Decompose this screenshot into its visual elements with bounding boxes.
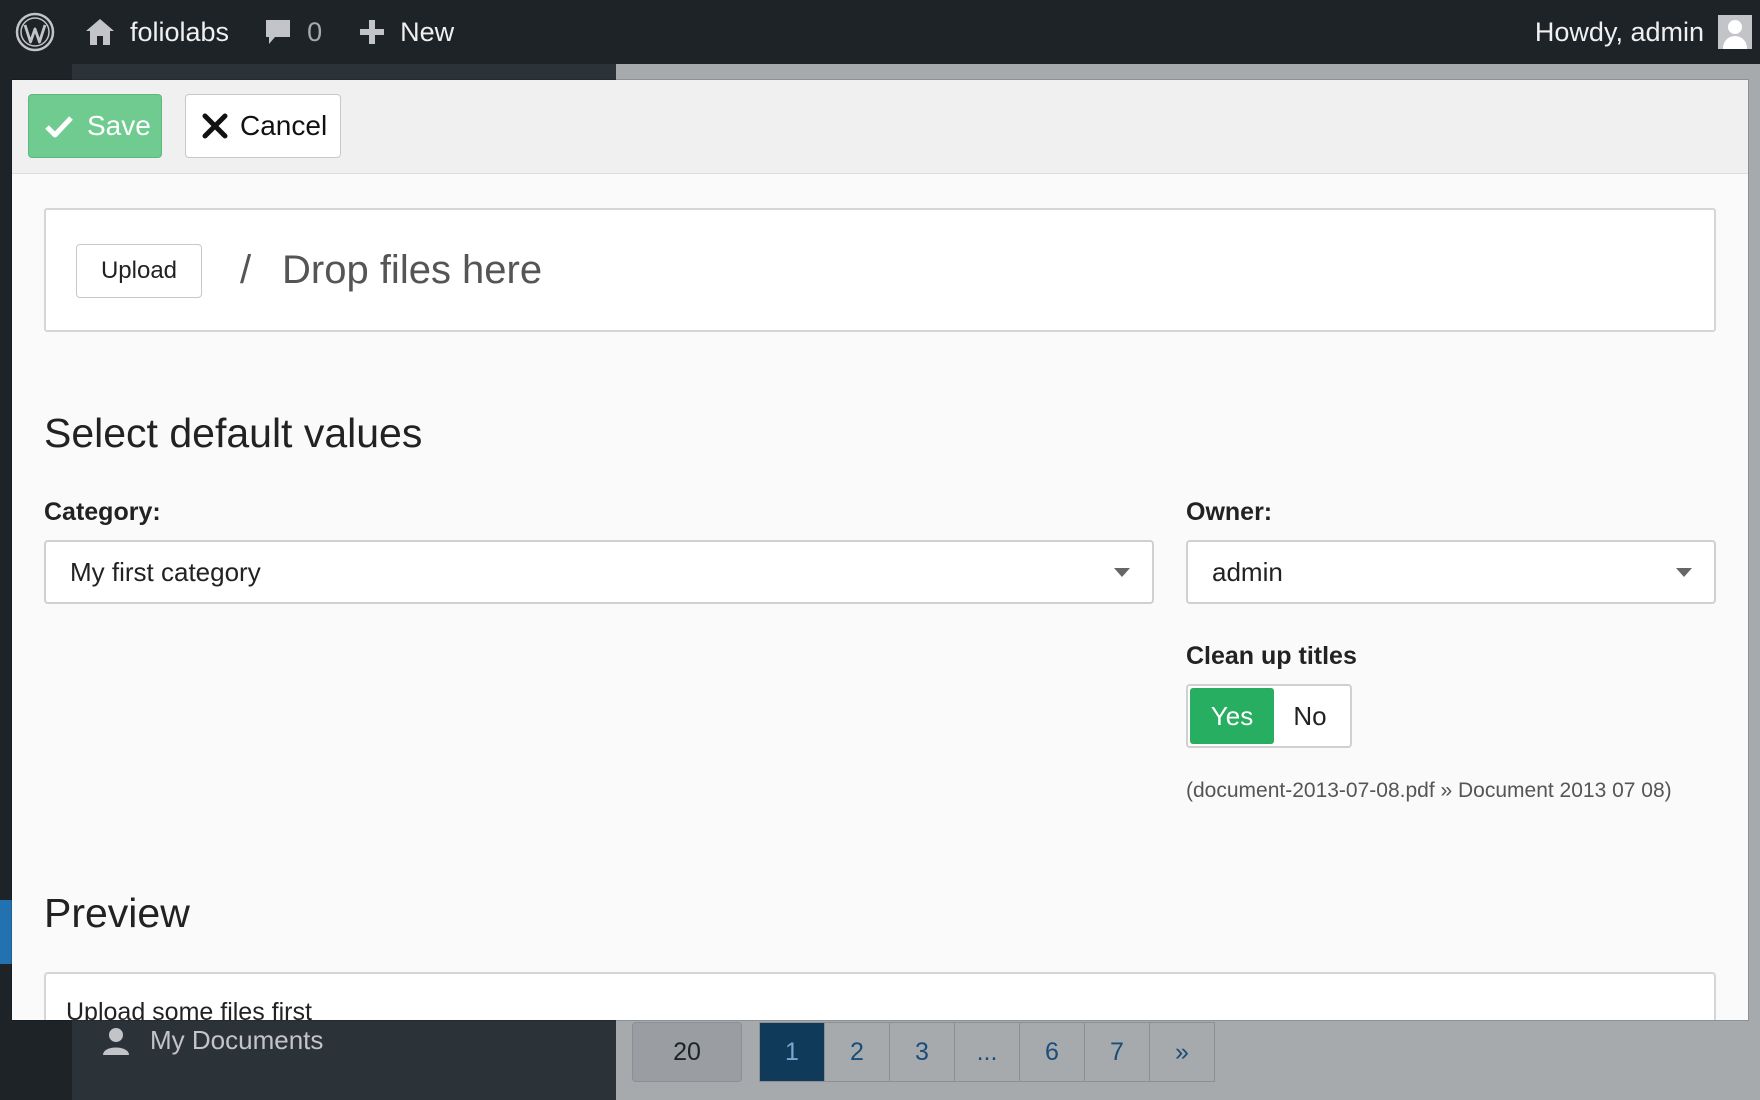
cleanup-titles-toggle: Yes No <box>1186 684 1352 748</box>
drop-files-text: Drop files here <box>282 248 543 292</box>
close-icon <box>202 113 228 139</box>
site-name: foliolabs <box>130 16 230 47</box>
sidebar-item-my-documents[interactable]: My Documents <box>102 1025 323 1056</box>
category-select[interactable]: My first category <box>44 540 1154 604</box>
comment-bubble-icon <box>266 20 291 44</box>
comments-link[interactable]: 0 <box>263 0 322 64</box>
file-dropzone[interactable]: Upload / Drop files here <box>44 208 1716 332</box>
wordpress-logo-icon <box>15 12 55 52</box>
account-menu[interactable]: Howdy, admin <box>1535 0 1752 64</box>
cancel-label: Cancel <box>240 110 328 141</box>
new-label: New <box>400 16 455 47</box>
sidebar-item-label: My Documents <box>150 1025 324 1055</box>
upload-button[interactable]: Upload <box>76 244 202 298</box>
cancel-button[interactable]: Cancel <box>185 94 341 158</box>
pagination: 1 2 3 ... 6 7 » <box>759 1022 1215 1082</box>
cleanup-titles-hint: (document-2013-07-08.pdf » Document 2013… <box>1186 779 1672 802</box>
preview-panel: Upload some files first <box>44 972 1716 1020</box>
cleanup-titles-label: Clean up titles <box>1186 642 1357 670</box>
plus-icon <box>360 20 385 44</box>
owner-select[interactable]: admin <box>1186 540 1716 604</box>
preview-empty-text: Upload some files first <box>66 998 312 1020</box>
chevron-down-icon <box>1676 568 1692 577</box>
category-value: My first category <box>70 556 261 587</box>
owner-label: Owner: <box>1186 498 1273 526</box>
site-home-link[interactable]: foliolabs <box>84 0 229 64</box>
section-title-defaults: Select default values <box>44 410 423 456</box>
page-link[interactable]: 3 <box>889 1022 955 1082</box>
avatar <box>1718 15 1752 49</box>
owner-value: admin <box>1212 556 1283 587</box>
category-label: Category: <box>44 498 161 526</box>
modal-toolbar: Save Cancel <box>12 80 1748 174</box>
howdy-text: Howdy, admin <box>1534 16 1704 47</box>
save-button[interactable]: Save <box>28 94 162 158</box>
section-title-preview: Preview <box>44 890 190 936</box>
page-next-link[interactable]: » <box>1149 1022 1215 1082</box>
sidebar-active-indicator <box>0 900 12 964</box>
cleanup-yes-option[interactable]: Yes <box>1190 688 1274 744</box>
comments-count: 0 <box>307 16 323 47</box>
new-content-button[interactable]: New <box>358 0 454 64</box>
chevron-down-icon <box>1114 568 1130 577</box>
page-link[interactable]: 6 <box>1019 1022 1085 1082</box>
check-icon <box>45 116 73 138</box>
page-link-current[interactable]: 1 <box>759 1022 825 1082</box>
home-icon <box>86 19 114 45</box>
page-link[interactable]: 7 <box>1084 1022 1150 1082</box>
upload-modal: Save Cancel Upload / Drop files here Sel… <box>12 80 1748 1020</box>
wordpress-logo-button[interactable] <box>0 0 70 64</box>
per-page-select[interactable]: 20 <box>632 1022 742 1082</box>
page-ellipsis: ... <box>954 1022 1020 1082</box>
cleanup-no-option[interactable]: No <box>1274 688 1346 744</box>
page-link[interactable]: 2 <box>824 1022 890 1082</box>
user-icon <box>103 1027 129 1055</box>
dropzone-separator: / <box>240 248 252 292</box>
admin-bar: foliolabs 0 New Howdy, admin <box>0 0 1760 64</box>
save-label: Save <box>87 110 151 141</box>
